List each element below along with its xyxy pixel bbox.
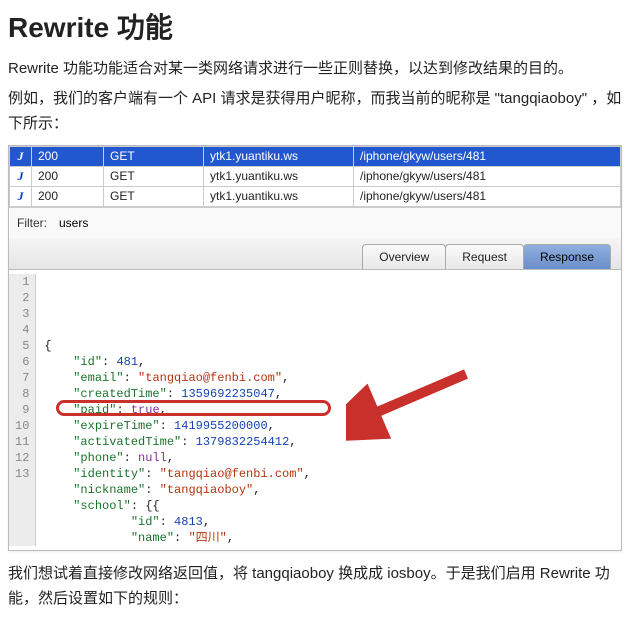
- type-glyph: J: [10, 146, 32, 166]
- charles-panel: J200GETytk1.yuantiku.ws/iphone/gkyw/user…: [8, 145, 622, 551]
- status-code: 200: [32, 186, 104, 206]
- filter-bar: Filter:: [9, 207, 621, 238]
- table-row[interactable]: J200GETytk1.yuantiku.ws/iphone/gkyw/user…: [10, 146, 621, 166]
- intro-paragraph-2: 例如，我们的客户端有一个 API 请求是获得用户昵称，而我当前的昵称是 "tan…: [8, 86, 622, 137]
- json-line: "phone": null,: [44, 450, 621, 466]
- json-line: "createdTime": 1359692235047,: [44, 386, 621, 402]
- host: ytk1.yuantiku.ws: [204, 146, 354, 166]
- json-line: "id": 481,: [44, 354, 621, 370]
- path: /iphone/gkyw/users/481: [354, 186, 621, 206]
- type-glyph: J: [10, 166, 32, 186]
- page-title: Rewrite 功能: [8, 6, 622, 46]
- tab-overview[interactable]: Overview: [362, 244, 446, 269]
- json-line: "paid": true,: [44, 402, 621, 418]
- tab-response[interactable]: Response: [523, 244, 611, 269]
- json-line: "school": {{: [44, 498, 621, 514]
- filter-input[interactable]: [55, 214, 613, 232]
- tab-request[interactable]: Request: [445, 244, 524, 269]
- table-row[interactable]: J200GETytk1.yuantiku.ws/iphone/gkyw/user…: [10, 186, 621, 206]
- detail-tabs: Overview Request Response: [9, 238, 621, 270]
- status-code: 200: [32, 166, 104, 186]
- outro-paragraph: 我们想试着直接修改网络返回值，将 tangqiaoboy 换成成 iosboy。…: [8, 561, 622, 612]
- path: /iphone/gkyw/users/481: [354, 146, 621, 166]
- http-method: GET: [104, 186, 204, 206]
- type-glyph: J: [10, 186, 32, 206]
- json-line: "nickname": "tangqiaoboy",: [44, 482, 621, 498]
- json-line: "expireTime": 1419955200000,: [44, 418, 621, 434]
- json-line: "id": 4813,: [44, 514, 621, 530]
- response-body: 12345678910111213 { "id": 481, "email": …: [9, 270, 621, 550]
- host: ytk1.yuantiku.ws: [204, 166, 354, 186]
- table-row[interactable]: J200GETytk1.yuantiku.ws/iphone/gkyw/user…: [10, 166, 621, 186]
- request-table: J200GETytk1.yuantiku.ws/iphone/gkyw/user…: [9, 146, 621, 207]
- host: ytk1.yuantiku.ws: [204, 186, 354, 206]
- line-number-gutter: 12345678910111213: [9, 274, 36, 546]
- path: /iphone/gkyw/users/481: [354, 166, 621, 186]
- json-source: { "id": 481, "email": "tangqiao@fenbi.co…: [36, 274, 621, 546]
- http-method: GET: [104, 166, 204, 186]
- filter-label: Filter:: [17, 216, 47, 230]
- json-line: "name": "四川",: [44, 530, 621, 546]
- http-method: GET: [104, 146, 204, 166]
- json-line: "email": "tangqiao@fenbi.com",: [44, 370, 621, 386]
- json-line: "activatedTime": 1379832254412,: [44, 434, 621, 450]
- status-code: 200: [32, 146, 104, 166]
- intro-paragraph-1: Rewrite 功能功能适合对某一类网络请求进行一些正则替换，以达到修改结果的目…: [8, 56, 622, 82]
- json-line: {: [44, 338, 621, 354]
- json-line: "identity": "tangqiao@fenbi.com",: [44, 466, 621, 482]
